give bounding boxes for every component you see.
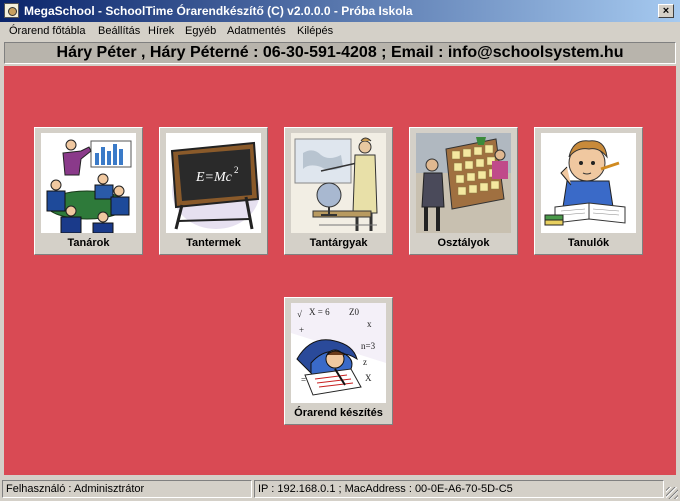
menu-item-egyeb[interactable]: Egyéb [185,25,216,37]
status-bar: Felhasználó : Adminisztrátor IP : 192.16… [0,478,680,501]
class-board-icon [416,133,511,233]
svg-text:X = 6: X = 6 [309,307,330,317]
module-tantargyak-label: Tantárgyak [309,237,368,249]
module-tanarok-button[interactable]: Tanárok [34,127,143,255]
svg-text:Z0: Z0 [349,307,359,317]
svg-text:x: x [367,319,372,329]
menu-item-adatmentes[interactable]: Adatmentés [227,25,286,37]
module-tanulok-button[interactable]: Tanulók [534,127,643,255]
window-title: MegaSchool - SchoolTime Órarendkészítő (… [24,4,413,18]
menu-item-orarend-fotabla[interactable]: Órarend főtábla [9,25,85,37]
student-reading-icon [541,133,636,233]
menu-bar: Órarend főtábla Beállítás Hírek Egyéb Ad… [0,22,680,41]
svg-text:2: 2 [234,165,239,175]
main-panel: Tanárok E=Mc 2 Tantermek Tantárgyak Oszt… [4,66,676,475]
module-tantargyak-button[interactable]: Tantárgyak [284,127,393,255]
module-tanulok-label: Tanulók [567,237,610,249]
svg-text:E=Mc: E=Mc [195,170,233,185]
module-orarend-keszites-label: Órarend készítés [294,407,383,419]
teachers-meeting-icon [41,133,136,233]
contact-info-bar: Háry Péter , Háry Péterné : 06-30-591-42… [4,42,676,64]
status-user-panel: Felhasználó : Adminisztrátor [2,480,252,498]
close-button[interactable]: × [658,4,674,18]
svg-text:√: √ [297,309,302,319]
menu-item-hirek[interactable]: Hírek [148,25,174,37]
timetable-maker-icon: √ X = 6 Z0 + x n=3 z X = [291,303,386,403]
module-orarend-keszites-button[interactable]: √ X = 6 Z0 + x n=3 z X = Órarend készítés [284,297,393,425]
chalkboard-icon: E=Mc 2 [166,133,261,233]
svg-text:X: X [365,373,372,383]
module-tanarok-label: Tanárok [67,237,110,249]
menu-item-beallitas[interactable]: Beállítás [98,25,140,37]
svg-text:z: z [363,357,367,367]
resize-grip-icon[interactable] [666,487,678,499]
application-window: MegaSchool - SchoolTime Órarendkészítő (… [0,0,680,501]
svg-text:n=3: n=3 [361,341,376,351]
module-osztalyok-button[interactable]: Osztályok [409,127,518,255]
title-bar[interactable]: MegaSchool - SchoolTime Órarendkészítő (… [0,0,680,22]
module-tantermek-button[interactable]: E=Mc 2 Tantermek [159,127,268,255]
app-owl-icon[interactable] [4,3,19,18]
svg-text:+: + [299,325,304,335]
module-tantermek-label: Tantermek [186,237,241,249]
status-network-panel: IP : 192.168.0.1 ; MacAddress : 00-0E-A6… [254,480,664,498]
module-osztalyok-label: Osztályok [437,237,490,249]
teacher-globe-icon [291,133,386,233]
menu-item-kilepes[interactable]: Kilépés [297,25,333,37]
